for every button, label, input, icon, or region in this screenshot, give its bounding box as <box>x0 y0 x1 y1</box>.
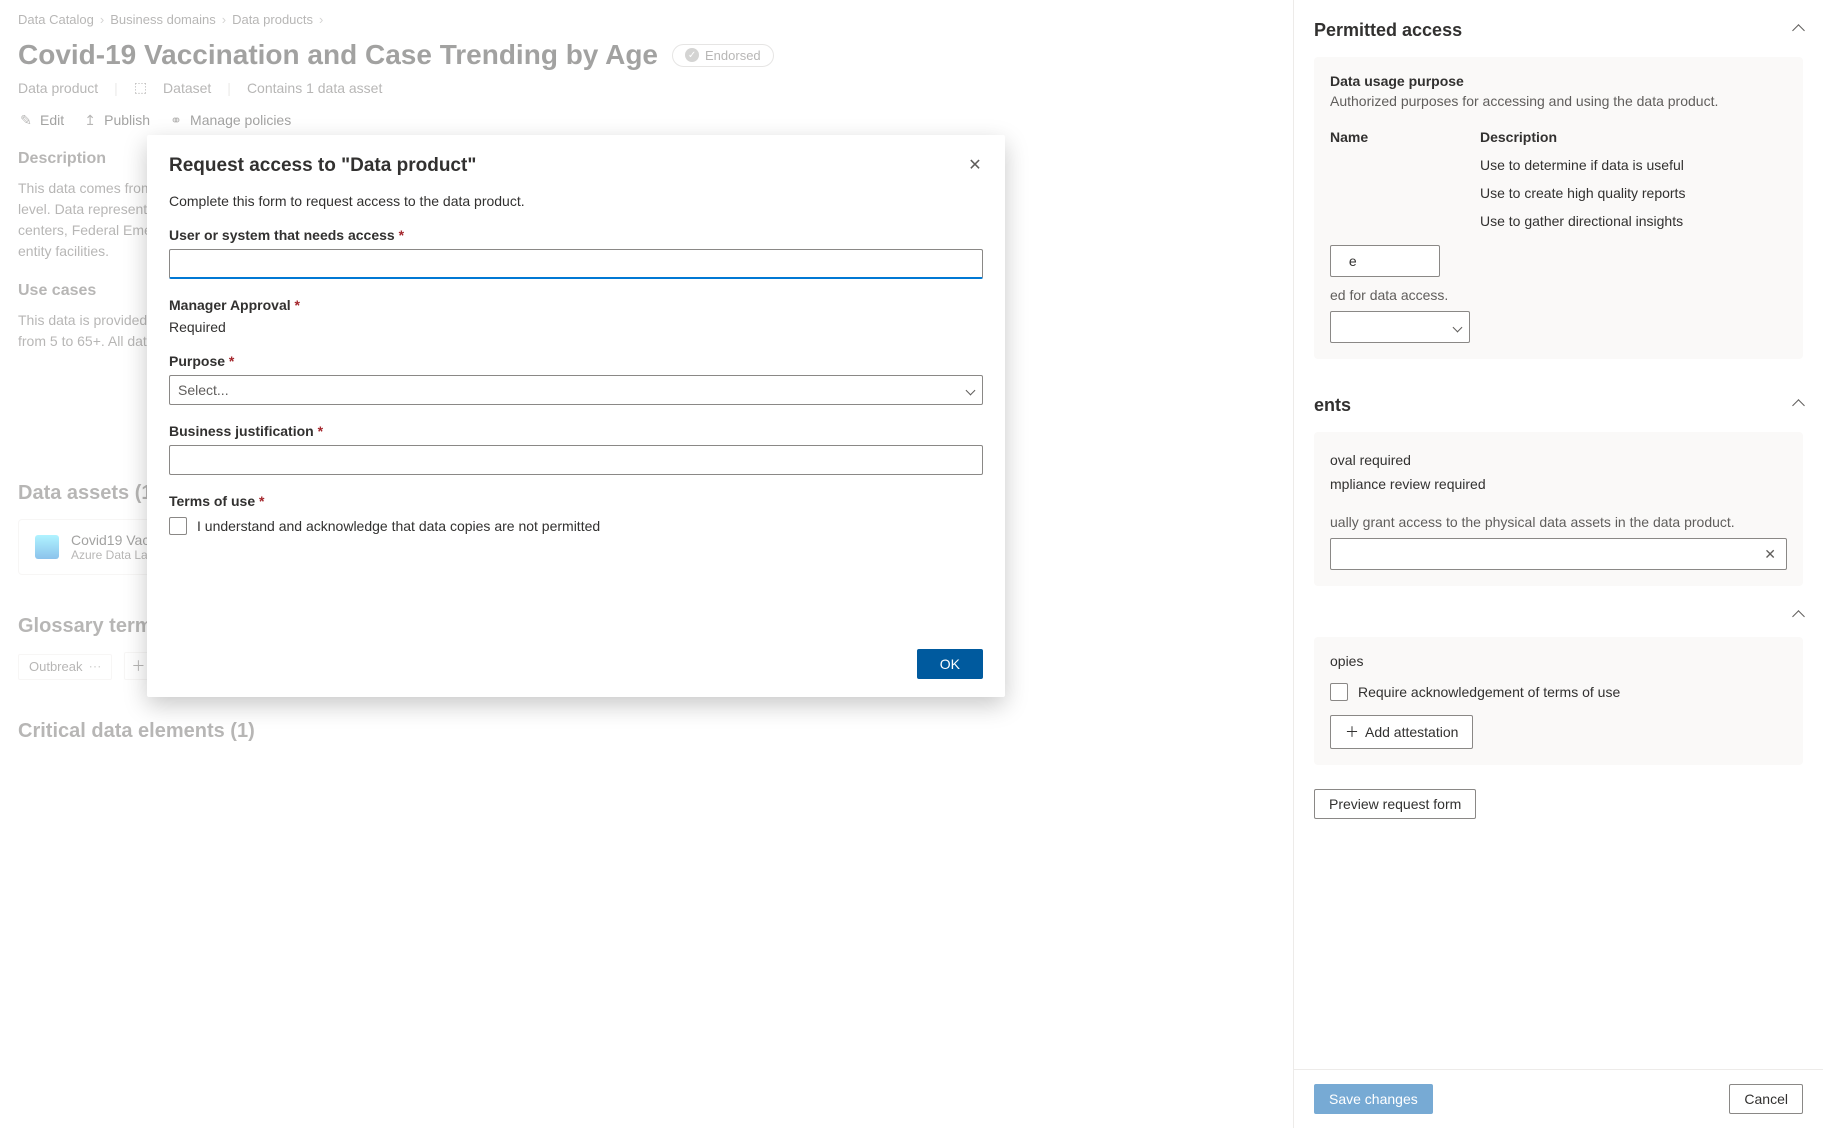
ok-button[interactable]: OK <box>917 649 983 679</box>
manager-label: Manager Approval * <box>169 297 983 313</box>
user-label: User or system that needs access * <box>169 227 983 243</box>
user-input[interactable] <box>169 249 983 279</box>
requirements-heading[interactable]: ents <box>1314 375 1803 432</box>
preview-request-button[interactable]: Preview request form <box>1314 789 1476 819</box>
requirement-row: oval required <box>1330 448 1787 472</box>
chevron-up-icon <box>1792 24 1805 37</box>
copies-label: opies <box>1330 653 1787 675</box>
access-select[interactable] <box>1330 311 1470 343</box>
terms-heading[interactable] <box>1314 602 1803 637</box>
plus-icon: ＋ <box>1345 722 1359 742</box>
chevron-down-icon <box>966 385 976 395</box>
table-row: Use to create high quality reports <box>1330 179 1787 207</box>
table-row: Use to determine if data is useful <box>1330 151 1787 179</box>
clear-icon[interactable]: ✕ <box>1760 546 1780 563</box>
data-usage-title: Data usage purpose <box>1330 73 1787 89</box>
ack-label: Require acknowledgement of terms of use <box>1358 684 1620 700</box>
modal-title: Request access to "Data product" <box>169 155 983 177</box>
col-desc: Description <box>1480 129 1787 145</box>
data-usage-sub: Authorized purposes for accessing and us… <box>1330 93 1787 109</box>
ack-checkbox[interactable] <box>1330 683 1348 701</box>
manager-value: Required <box>169 319 983 335</box>
chevron-up-icon <box>1792 610 1805 623</box>
terms-checkbox[interactable] <box>169 517 187 535</box>
hint-text: ed for data access. <box>1330 287 1787 303</box>
purpose-label: Purpose * <box>169 353 983 369</box>
chevron-up-icon <box>1792 399 1805 412</box>
save-changes-button[interactable]: Save changes <box>1314 1084 1433 1114</box>
col-name: Name <box>1330 129 1480 145</box>
justification-label: Business justification * <box>169 423 983 439</box>
table-row: Use to gather directional insights <box>1330 207 1787 235</box>
terms-check-label: I understand and acknowledge that data c… <box>197 518 600 534</box>
permitted-access-heading[interactable]: Permitted access <box>1314 0 1803 57</box>
stub-button[interactable]: e <box>1330 245 1440 277</box>
requirement-row: mpliance review required <box>1330 472 1787 504</box>
add-attestation-button[interactable]: ＋ Add attestation <box>1330 715 1473 749</box>
modal-subtitle: Complete this form to request access to … <box>169 193 983 209</box>
assignee-input[interactable]: ✕ <box>1330 538 1787 570</box>
chevron-down-icon <box>1453 322 1463 332</box>
justification-input[interactable] <box>169 445 983 475</box>
hint-text: ually grant access to the physical data … <box>1330 514 1787 530</box>
terms-label: Terms of use * <box>169 493 983 509</box>
cancel-button[interactable]: Cancel <box>1729 1084 1803 1114</box>
purpose-select[interactable]: Select... <box>169 375 983 405</box>
request-access-modal: ✕ Request access to "Data product" Compl… <box>147 135 1005 697</box>
close-button[interactable]: ✕ <box>959 149 991 181</box>
